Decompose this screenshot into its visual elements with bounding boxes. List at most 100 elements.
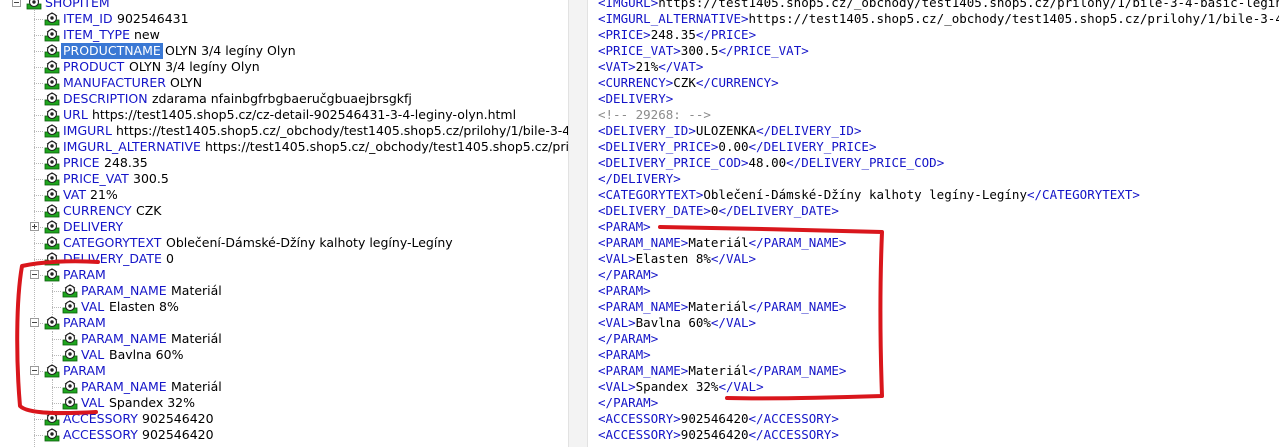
xml-line-delivery[interactable]: <DELIVERY> <box>598 91 673 107</box>
tree-node-value: OLYN 3/4 legíny Olyn <box>165 43 296 58</box>
xml-line-delivery-id[interactable]: <DELIVERY_ID>ULOZENKA</DELIVERY_ID> <box>598 123 861 139</box>
xml-text-value: Spandex 32% <box>635 379 719 394</box>
tree-node-param-name[interactable]: PARAM_NAME Materiál <box>0 379 568 395</box>
xml-line-param[interactable]: <PARAM> <box>598 347 651 363</box>
collapse-minus-icon[interactable] <box>12 0 21 7</box>
tree-node-imgurl[interactable]: IMGURL https://test1405.shop5.cz/_obchody… <box>0 123 568 139</box>
tree-node-manufacturer[interactable]: MANUFACTURER OLYN <box>0 75 568 91</box>
tree-node-val[interactable]: VAL Bavlna 60% <box>0 347 568 363</box>
tree-node-url[interactable]: URL https://test1405.shop5.cz/cz-detail-9… <box>0 107 568 123</box>
xml-line-accessory[interactable]: <ACCESSORY>902546420</ACCESSORY> <box>598 411 839 427</box>
xml-element-icon <box>44 28 60 42</box>
tree-node-price-vat[interactable]: PRICE_VAT 300.5 <box>0 171 568 187</box>
xml-bracket: > <box>688 123 696 138</box>
tree-node-item-id[interactable]: ITEM_ID 902546431 <box>0 11 568 27</box>
tree-node-tag: IMGURL_ALTERNATIVE <box>63 139 201 154</box>
expand-plus-icon[interactable] <box>30 222 39 231</box>
tree-node-currency[interactable]: CURRENCY CZK <box>0 203 568 219</box>
xml-line-currency[interactable]: <CURRENCY>CZK</CURRENCY> <box>598 75 779 91</box>
tree-node-value: Materiál <box>171 331 222 346</box>
xml-text-value: Bavlna 60% <box>635 315 711 330</box>
tree-node-price[interactable]: PRICE 248.35 <box>0 155 568 171</box>
xml-line-accessory[interactable]: <ACCESSORY>902546420</ACCESSORY> <box>598 427 839 443</box>
tree-node-value: 21% <box>90 187 118 202</box>
xml-bracket: > <box>650 267 659 282</box>
tree-node-accessory[interactable]: ACCESSORY 902546420 <box>0 411 568 427</box>
tree-node-tag: VAT <box>63 187 86 202</box>
collapse-minus-icon[interactable] <box>30 366 39 375</box>
collapse-minus-icon[interactable] <box>30 270 39 279</box>
collapse-minus-icon[interactable] <box>30 318 39 327</box>
xml-close-tag-name: DELIVERY_PRICE <box>763 139 869 154</box>
tree-node-val[interactable]: VAL Spandex 32% <box>0 395 568 411</box>
tree-node-value: Spandex 32% <box>109 395 196 410</box>
xml-bracket: < <box>598 219 606 234</box>
xml-bracket: </ <box>748 299 764 314</box>
xml-line-param-name[interactable]: <PARAM_NAME>Materiál</PARAM_NAME> <box>598 363 846 379</box>
tree-node-item-type[interactable]: ITEM_TYPE new <box>0 27 568 43</box>
xml-close-tag-name: PARAM_NAME <box>763 363 839 378</box>
tree-node-tag: PARAM <box>63 315 106 330</box>
xml-line-param-name[interactable]: <PARAM_NAME>Materiál</PARAM_NAME> <box>598 299 846 315</box>
xml-line-delivery-date[interactable]: <DELIVERY_DATE>0</DELIVERY_DATE> <box>598 203 839 219</box>
xml-line-delivery-price[interactable]: <DELIVERY_PRICE>0.00</DELIVERY_PRICE> <box>598 139 876 155</box>
xml-comment-line[interactable]: <!-- 29268: --> <box>598 107 711 123</box>
tree-node-param-name[interactable]: PARAM_NAME Materiál <box>0 283 568 299</box>
xml-bracket: < <box>598 27 606 42</box>
xml-line-imgurl-alternative[interactable]: <IMGURL_ALTERNATIVE>https://test1405.sho… <box>598 11 1279 27</box>
xml-line-param[interactable]: <PARAM> <box>598 283 651 299</box>
tree-node-param[interactable]: PARAM <box>0 315 568 331</box>
tree-node-imgurl-alternative[interactable]: IMGURL_ALTERNATIVE https://test1405.shop5… <box>0 139 568 155</box>
tree-node-tag: VAL <box>81 299 105 314</box>
xml-element-icon <box>62 396 78 410</box>
tree-node-vat[interactable]: VAT 21% <box>0 187 568 203</box>
tree-node-tag: SHOPITEM <box>45 0 110 10</box>
xml-element-icon <box>44 12 60 26</box>
tree-node-value: 902546420 <box>142 411 214 426</box>
xml-line-close-param[interactable]: </PARAM> <box>598 331 658 347</box>
tree-node-productname[interactable]: PRODUCTNAME OLYN 3/4 legíny Olyn <box>0 43 568 59</box>
tree-node-accessory[interactable]: ACCESSORY 902546420 <box>0 427 568 443</box>
tree-node-product[interactable]: PRODUCT OLYN 3/4 legíny Olyn <box>0 59 568 75</box>
xml-line-vat[interactable]: <VAT>21%</VAT> <box>598 59 703 75</box>
pane-splitter[interactable] <box>568 0 588 447</box>
xml-line-param-name[interactable]: <PARAM_NAME>Materiál</PARAM_NAME> <box>598 235 846 251</box>
xml-bracket: </ <box>598 331 614 346</box>
xml-line-price-vat[interactable]: <PRICE_VAT>300.5</PRICE_VAT> <box>598 43 809 59</box>
xml-tree-view[interactable]: SHOPITEM ITEM_ID 902546431 ITEM_TYPE new PROD… <box>0 0 568 447</box>
tree-node-shopitem[interactable]: SHOPITEM <box>0 0 568 11</box>
tree-node-tag: CATEGORYTEXT <box>63 235 162 250</box>
tree-node-description[interactable]: DESCRIPTION zdarama nfainbgfrbgbaeručgbu… <box>0 91 568 107</box>
tree-node-param-name[interactable]: PARAM_NAME Materiál <box>0 331 568 347</box>
xml-bracket: < <box>598 251 606 266</box>
xml-bracket: > <box>673 43 681 58</box>
xml-element-icon <box>44 220 60 234</box>
xml-bracket: < <box>598 75 606 90</box>
xml-line-categorytext[interactable]: <CATEGORYTEXT>Oblečení-Dámské-Džíny kalh… <box>598 187 1140 203</box>
xml-bracket: < <box>598 283 606 298</box>
xml-open-tag-name: PARAM <box>605 347 644 362</box>
xml-line-val[interactable]: <VAL>Elasten 8%</VAL> <box>598 251 756 267</box>
xml-line-close-param[interactable]: </PARAM> <box>598 395 658 411</box>
tree-node-categorytext[interactable]: CATEGORYTEXT Oblečení-Dámské-Džíny kalhot… <box>0 235 568 251</box>
xml-element-icon <box>44 172 60 186</box>
tree-node-param[interactable]: PARAM <box>0 363 568 379</box>
xml-line-val[interactable]: <VAL>Bavlna 60%</VAL> <box>598 315 756 331</box>
xml-line-delivery-price-cod[interactable]: <DELIVERY_PRICE_COD>48.00</DELIVERY_PRIC… <box>598 155 944 171</box>
tree-node-delivery[interactable]: DELIVERY <box>0 219 568 235</box>
xml-bracket: > <box>831 411 839 426</box>
xml-line-imgurl[interactable]: <IMGURL>https://test1405.shop5.cz/_obcho… <box>598 0 1279 11</box>
xml-source-view[interactable]: <IMGURL>https://test1405.shop5.cz/_obcho… <box>588 0 1279 447</box>
tree-node-tag: PRODUCT <box>63 59 125 74</box>
xml-line-price[interactable]: <PRICE>248.35</PRICE> <box>598 27 756 43</box>
tree-node-val[interactable]: VAL Elasten 8% <box>0 299 568 315</box>
xml-close-tag-name: CURRENCY <box>710 75 772 90</box>
xml-bracket: > <box>741 155 749 170</box>
tree-node-delivery-date[interactable]: DELIVERY_DATE 0 <box>0 251 568 267</box>
xml-line-close-param[interactable]: </PARAM> <box>598 267 658 283</box>
xml-line-param[interactable]: <PARAM> <box>598 219 651 235</box>
xml-line-close-delivery[interactable]: </DELIVERY> <box>598 171 681 187</box>
tree-node-param[interactable]: PARAM <box>0 267 568 283</box>
xml-open-tag-name: VAL <box>605 315 629 330</box>
xml-line-val[interactable]: <VAL>Spandex 32%</VAL> <box>598 379 764 395</box>
